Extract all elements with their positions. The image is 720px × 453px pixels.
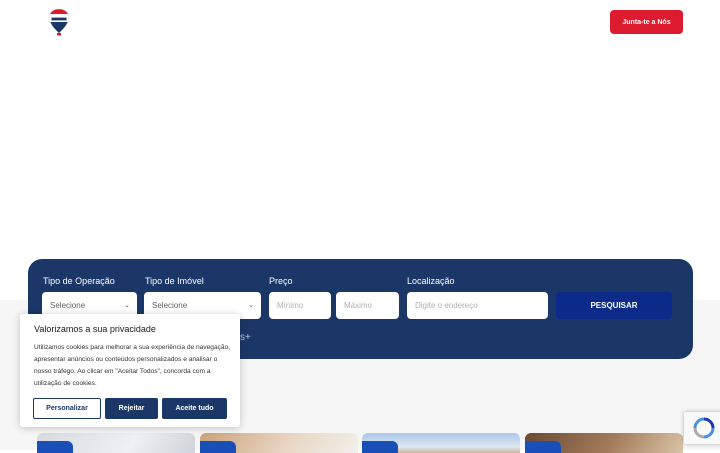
cookie-consent-banner: Valorizamos a sua privacidade Utilizamos… — [20, 314, 240, 427]
price-max-input[interactable]: Máximo — [336, 292, 399, 319]
chevron-down-icon: ⌄ — [124, 302, 130, 309]
property-card-badge — [525, 441, 561, 453]
location-placeholder: Digite o endereço — [415, 301, 478, 310]
property-card[interactable] — [37, 433, 195, 453]
search-button[interactable]: PESQUISAR — [556, 292, 672, 319]
property-type-value: Selecione — [152, 301, 188, 310]
price-max-placeholder: Máximo — [344, 301, 373, 310]
join-us-button[interactable]: Junta-te a Nós — [610, 10, 683, 34]
chevron-down-icon: ⌄ — [248, 302, 254, 309]
property-card[interactable] — [525, 433, 683, 453]
cookie-banner-text: Utilizamos cookies para melhorar a sua e… — [34, 344, 231, 387]
price-min-placeholder: Mínimo — [277, 301, 304, 310]
price-min-input[interactable]: Mínimo — [269, 292, 331, 319]
property-card-badge — [200, 441, 236, 453]
recaptcha-badge[interactable] — [684, 412, 720, 444]
price-label: Preço — [269, 276, 293, 286]
property-type-label: Tipo de Imóvel — [145, 276, 204, 286]
operation-type-label: Tipo de Operação — [43, 276, 115, 286]
remax-balloon-logo-icon[interactable] — [48, 8, 70, 36]
property-card[interactable] — [200, 433, 358, 453]
property-card-badge — [37, 441, 73, 453]
property-card-badge — [362, 441, 398, 453]
customize-cookies-button[interactable]: Personalizar — [33, 398, 101, 419]
property-card[interactable] — [362, 433, 520, 453]
operation-type-value: Selecione — [50, 301, 86, 310]
more-filters-link[interactable]: s+ — [240, 332, 251, 343]
cookie-banner-title: Valorizamos a sua privacidade — [34, 324, 156, 334]
accept-all-cookies-button[interactable]: Aceite tudo — [162, 398, 227, 419]
location-label: Localização — [407, 276, 455, 286]
reject-cookies-button[interactable]: Rejeitar — [105, 398, 158, 419]
site-header: Junta-te a Nós — [0, 0, 720, 44]
location-input[interactable]: Digite o endereço — [407, 292, 548, 319]
